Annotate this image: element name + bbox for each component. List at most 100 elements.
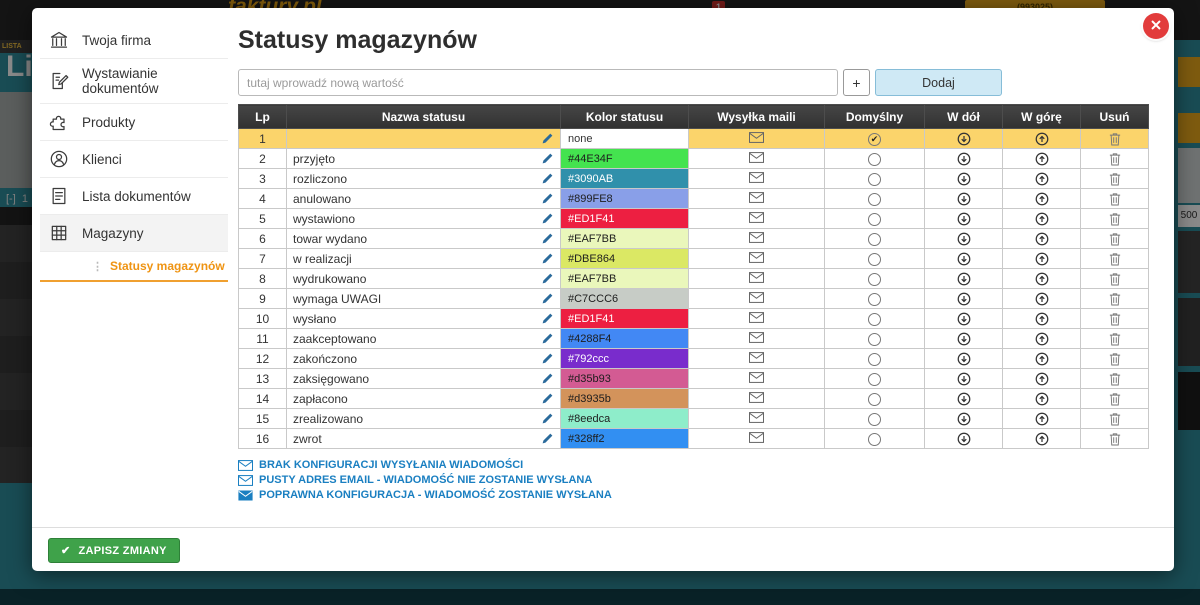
delete-icon[interactable] [1109,132,1121,146]
delete-icon[interactable] [1109,292,1121,306]
delete-icon[interactable] [1109,412,1121,426]
default-radio[interactable] [868,253,881,266]
move-down-icon[interactable] [957,132,971,146]
delete-icon[interactable] [1109,212,1121,226]
move-up-icon[interactable] [1035,312,1049,326]
edit-icon[interactable] [541,372,554,385]
sidebar-subitem-statusy-magazynow[interactable]: ⋮ Statusy magazynów [40,252,228,282]
default-radio[interactable] [868,293,881,306]
move-down-icon[interactable] [957,192,971,206]
color-swatch[interactable]: #EAF7BB [561,269,688,288]
mail-icon[interactable] [749,392,764,403]
delete-icon[interactable] [1109,332,1121,346]
edit-icon[interactable] [541,392,554,405]
edit-icon[interactable] [541,192,554,205]
default-radio[interactable] [868,213,881,226]
delete-icon[interactable] [1109,152,1121,166]
move-down-icon[interactable] [957,232,971,246]
default-radio[interactable] [868,413,881,426]
default-radio[interactable]: ✔ [868,133,881,146]
default-radio[interactable] [868,153,881,166]
delete-icon[interactable] [1109,172,1121,186]
move-down-icon[interactable] [957,212,971,226]
edit-icon[interactable] [541,432,554,445]
move-down-icon[interactable] [957,412,971,426]
edit-icon[interactable] [541,212,554,225]
color-swatch[interactable]: #C7CCC6 [561,289,688,308]
color-swatch[interactable]: none [561,129,688,148]
default-radio[interactable] [868,313,881,326]
move-up-icon[interactable] [1035,432,1049,446]
color-swatch[interactable]: #d35b93 [561,369,688,388]
delete-icon[interactable] [1109,352,1121,366]
mail-icon[interactable] [749,192,764,203]
move-up-icon[interactable] [1035,192,1049,206]
close-button[interactable] [1143,13,1169,39]
color-swatch[interactable]: #4288F4 [561,329,688,348]
color-swatch[interactable]: #d3935b [561,389,688,408]
move-down-icon[interactable] [957,152,971,166]
add-button[interactable]: Dodaj [875,69,1002,96]
color-swatch[interactable]: #DBE864 [561,249,688,268]
move-up-icon[interactable] [1035,392,1049,406]
move-down-icon[interactable] [957,252,971,266]
edit-icon[interactable] [541,132,554,145]
default-radio[interactable] [868,353,881,366]
move-up-icon[interactable] [1035,372,1049,386]
move-down-icon[interactable] [957,372,971,386]
delete-icon[interactable] [1109,432,1121,446]
sidebar-item-wystawianie-dokument-w[interactable]: Wystawianie dokumentów [40,59,228,104]
move-up-icon[interactable] [1035,232,1049,246]
save-button[interactable]: ✔ ZAPISZ ZMIANY [48,538,180,563]
edit-icon[interactable] [541,292,554,305]
mail-icon[interactable] [749,172,764,183]
sidebar-item-twoja-firma[interactable]: Twoja firma [40,22,228,59]
mail-icon[interactable] [749,372,764,383]
color-swatch[interactable]: #EAF7BB [561,229,688,248]
mail-icon[interactable] [749,232,764,243]
new-status-input[interactable] [238,69,838,96]
edit-icon[interactable] [541,332,554,345]
sidebar-item-produkty[interactable]: Produkty [40,104,228,141]
move-up-icon[interactable] [1035,152,1049,166]
color-swatch[interactable]: #3090AB [561,169,688,188]
move-up-icon[interactable] [1035,212,1049,226]
move-down-icon[interactable] [957,292,971,306]
default-radio[interactable] [868,373,881,386]
default-radio[interactable] [868,273,881,286]
edit-icon[interactable] [541,232,554,245]
mail-icon[interactable] [749,312,764,323]
edit-icon[interactable] [541,252,554,265]
move-up-icon[interactable] [1035,332,1049,346]
color-swatch[interactable]: #792ccc [561,349,688,368]
move-down-icon[interactable] [957,392,971,406]
move-up-icon[interactable] [1035,352,1049,366]
move-down-icon[interactable] [957,432,971,446]
delete-icon[interactable] [1109,372,1121,386]
edit-icon[interactable] [541,172,554,185]
default-radio[interactable] [868,433,881,446]
mail-icon[interactable] [749,292,764,303]
move-down-icon[interactable] [957,272,971,286]
edit-icon[interactable] [541,152,554,165]
delete-icon[interactable] [1109,192,1121,206]
mail-icon[interactable] [749,432,764,443]
mail-icon[interactable] [749,272,764,283]
plus-button[interactable]: + [843,69,870,96]
move-up-icon[interactable] [1035,272,1049,286]
sidebar-item-magazyny[interactable]: Magazyny [40,215,228,252]
color-swatch[interactable]: #328ff2 [561,429,688,448]
sidebar-item-lista-dokument-w[interactable]: Lista dokumentów [40,178,228,215]
move-down-icon[interactable] [957,172,971,186]
color-swatch[interactable]: #ED1F41 [561,309,688,328]
mail-icon[interactable] [749,152,764,163]
move-down-icon[interactable] [957,332,971,346]
delete-icon[interactable] [1109,252,1121,266]
edit-icon[interactable] [541,412,554,425]
default-radio[interactable] [868,233,881,246]
delete-icon[interactable] [1109,392,1121,406]
move-up-icon[interactable] [1035,172,1049,186]
mail-icon[interactable] [749,412,764,423]
color-swatch[interactable]: #899FE8 [561,189,688,208]
move-up-icon[interactable] [1035,412,1049,426]
